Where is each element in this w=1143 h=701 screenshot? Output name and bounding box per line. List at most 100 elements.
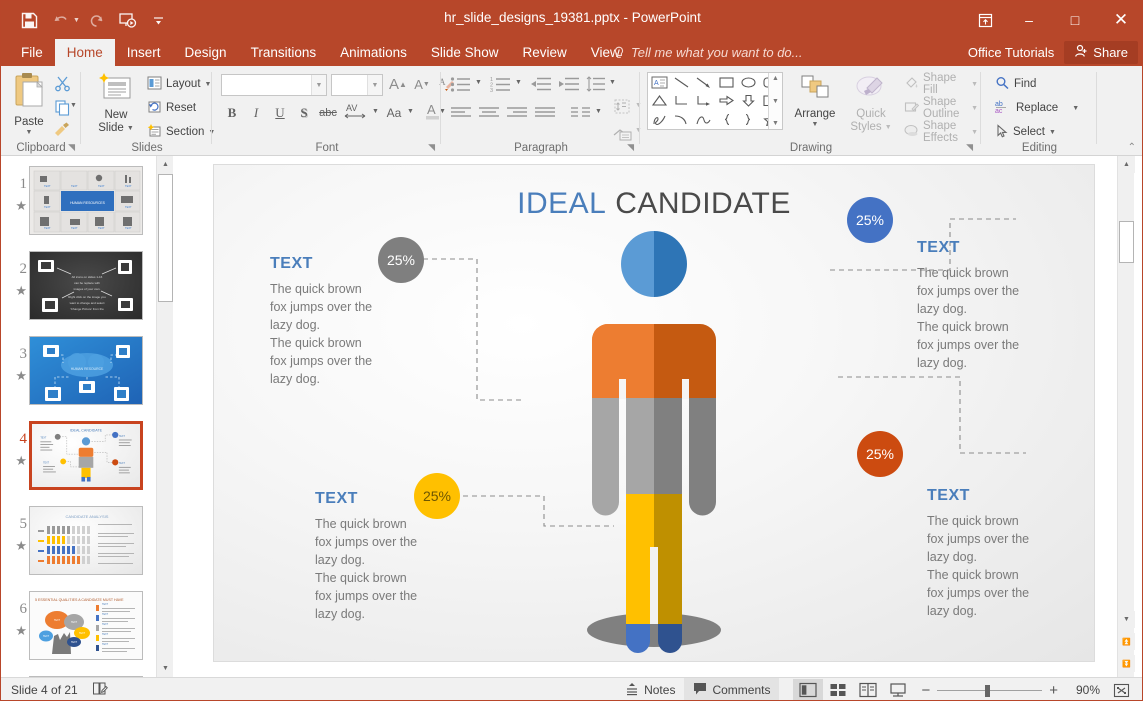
arrange-caret[interactable]: ▼ — [812, 121, 819, 129]
shape-down-arrow[interactable] — [737, 92, 759, 111]
align-center-button[interactable] — [476, 102, 502, 124]
thumbnail-slide-4[interactable]: 4 ★ IDEAL CANDIDATE — [1, 421, 156, 501]
current-slide[interactable]: IDEAL CANDIDATE — [214, 165, 1094, 661]
slide-edit-area[interactable]: IDEAL CANDIDATE — [178, 156, 1116, 677]
drawing-dialog-launcher[interactable]: ◥ — [966, 142, 973, 153]
scrollbar-thumb[interactable] — [1119, 221, 1134, 263]
section-button[interactable]: Section ▼ — [144, 121, 218, 143]
thumbnail-image[interactable]: HUMAN RESOURCE — [29, 336, 143, 405]
shapes-gallery[interactable]: A ▲ ▼ ▼ — [647, 72, 783, 130]
thumbnail-image[interactable]: CANDIDATE ANALYSIS — [29, 506, 143, 575]
replace-button[interactable]: abac Replace ▼ — [992, 97, 1082, 119]
ribbon-display-options-icon[interactable] — [964, 1, 1006, 39]
quick-styles-button[interactable]: Quick Styles ▼ — [845, 74, 897, 135]
reset-button[interactable]: Reset — [144, 97, 199, 119]
zoom-slider-handle[interactable] — [985, 685, 990, 697]
shape-line[interactable] — [670, 73, 692, 92]
next-slide-icon[interactable]: ⏬ — [1118, 655, 1135, 672]
strikethrough-button[interactable]: abc — [317, 102, 339, 124]
scroll-down-icon[interactable]: ▼ — [157, 660, 174, 677]
new-slide-dropdown-caret[interactable]: ▼ — [127, 125, 134, 133]
tab-home[interactable]: Home — [55, 39, 115, 66]
percent-badge-top-right[interactable]: 25% — [847, 197, 893, 243]
shape-outline-button[interactable]: Shape Outline ▼ — [901, 97, 981, 119]
numbering-caret[interactable]: ▼ — [515, 79, 522, 86]
minimize-button[interactable]: – — [1006, 1, 1052, 39]
replace-caret[interactable]: ▼ — [1072, 105, 1079, 112]
line-spacing-caret[interactable]: ▼ — [609, 79, 616, 86]
shape-effects-caret[interactable]: ▼ — [971, 129, 978, 136]
percent-badge-bott-left[interactable]: 25% — [414, 473, 460, 519]
shape-effects-button[interactable]: Shape Effects ▼ — [901, 121, 981, 143]
select-caret[interactable]: ▼ — [1049, 129, 1056, 136]
text-direction-button[interactable] — [612, 96, 634, 118]
comments-button[interactable]: Comments — [684, 678, 779, 701]
increase-font-size-button[interactable]: A▲ — [387, 73, 409, 95]
font-size-caret[interactable]: ▼ — [367, 75, 382, 95]
collapse-ribbon-button[interactable]: ⌃ — [1128, 142, 1136, 153]
quick-styles-caret[interactable]: ▼ — [885, 124, 892, 132]
find-button[interactable]: Find — [992, 73, 1039, 95]
tab-transitions[interactable]: Transitions — [239, 39, 329, 66]
shape-scribble[interactable] — [648, 110, 670, 129]
notes-page-icon[interactable] — [92, 681, 108, 699]
slide-indicator[interactable]: Slide 4 of 21 — [11, 683, 78, 697]
numbering-button[interactable]: 123 — [488, 73, 514, 95]
shape-ellipse[interactable] — [737, 73, 759, 92]
align-left-button[interactable] — [448, 102, 474, 124]
tab-file[interactable]: File — [9, 39, 55, 66]
bold-button[interactable]: B — [221, 102, 243, 124]
shape-elbow-connector[interactable] — [670, 92, 692, 111]
previous-slide-icon[interactable]: ⏫ — [1118, 633, 1135, 650]
shape-textbox[interactable]: A — [648, 73, 670, 92]
close-button[interactable]: ✕ — [1098, 1, 1143, 39]
callout-top-right[interactable]: TEXT The quick brown fox jumps over the … — [917, 239, 1077, 372]
paste-button[interactable]: Paste ▼ — [7, 72, 51, 137]
change-case-caret[interactable]: ▼ — [407, 108, 414, 115]
font-name-input[interactable]: ▼ — [221, 74, 327, 96]
decrease-indent-button[interactable] — [528, 73, 554, 95]
zoom-out-button[interactable]: − — [921, 682, 930, 699]
paragraph-dialog-launcher[interactable]: ◥ — [627, 142, 634, 153]
office-tutorials-link[interactable]: Office Tutorials — [958, 45, 1064, 60]
shape-right-brace[interactable] — [737, 110, 759, 129]
layout-button[interactable]: Layout ▼ — [144, 73, 214, 95]
change-case-button[interactable]: Aa — [381, 102, 407, 124]
font-dialog-launcher[interactable]: ◥ — [428, 142, 435, 153]
tab-review[interactable]: Review — [510, 39, 578, 66]
percent-badge-top-left[interactable]: 25% — [378, 237, 424, 283]
thumbnail-slide-1[interactable]: 1 ★ HUMAN RESOURCES TEXTTEXTTEXTTEXTTEXT — [1, 166, 156, 246]
paste-dropdown-caret[interactable]: ▼ — [26, 129, 33, 137]
cut-button[interactable] — [51, 72, 73, 94]
shape-elbow-arrow-connector[interactable] — [693, 92, 715, 111]
shape-triangle[interactable] — [648, 92, 670, 111]
callout-bottom-right[interactable]: TEXT The quick brown fox jumps over the … — [927, 487, 1087, 620]
bullets-caret[interactable]: ▼ — [475, 79, 482, 86]
shape-fill-caret[interactable]: ▼ — [971, 81, 978, 88]
align-right-button[interactable] — [504, 102, 530, 124]
zoom-slider[interactable] — [937, 684, 1042, 697]
scrollbar-thumb[interactable] — [158, 174, 173, 302]
underline-button[interactable]: U — [269, 102, 291, 124]
thumbnail-slide-2[interactable]: 2 ★ All icons on slides 1-16can be repla… — [1, 251, 156, 331]
gallery-expand-icon[interactable]: ▼ — [772, 120, 779, 127]
gallery-scroll-down-icon[interactable]: ▼ — [772, 98, 779, 105]
tab-slide-show[interactable]: Slide Show — [419, 39, 511, 66]
shape-fill-button[interactable]: Shape Fill ▼ — [901, 73, 981, 95]
shape-curve[interactable] — [670, 110, 692, 129]
share-button[interactable]: Share — [1064, 41, 1138, 64]
shape-outline-caret[interactable]: ▼ — [971, 105, 978, 112]
zoom-in-button[interactable]: + — [1049, 682, 1058, 699]
shapes-gallery-scrollbar[interactable]: ▲ ▼ ▼ — [768, 73, 782, 129]
increase-indent-button[interactable] — [556, 73, 582, 95]
thumbnail-image[interactable]: All icons on slides 1-16can be replace w… — [29, 251, 143, 320]
columns-button[interactable] — [568, 102, 594, 124]
shape-right-arrow[interactable] — [715, 92, 737, 111]
scroll-up-icon[interactable]: ▲ — [1118, 156, 1135, 173]
font-name-caret[interactable]: ▼ — [311, 75, 326, 95]
slide-area-scrollbar[interactable]: ▲ ▼ ⏫ ⏬ — [1117, 156, 1134, 677]
convert-to-smartart-button[interactable] — [612, 121, 634, 143]
clipboard-dialog-launcher[interactable]: ◥ — [68, 142, 75, 153]
fit-slide-to-window-button[interactable] — [1106, 679, 1136, 701]
reading-view-button[interactable] — [853, 679, 883, 701]
